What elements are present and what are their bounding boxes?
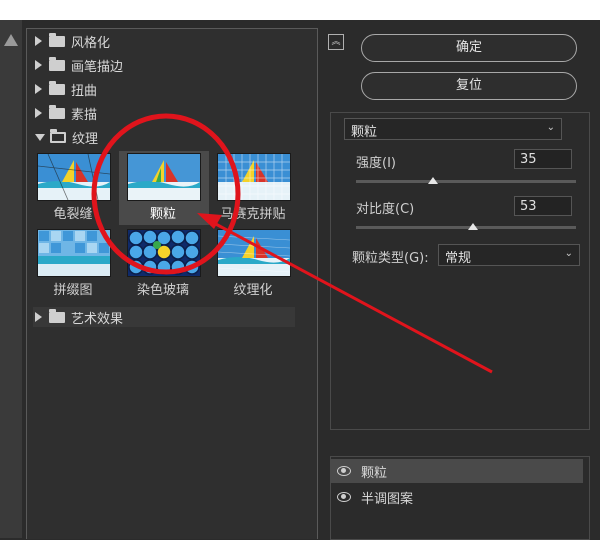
collapse-arrows-icon: ︽ [331, 37, 341, 47]
thumbnail-mosaic-tiles[interactable] [217, 153, 291, 201]
contrast-slider-knob[interactable] [467, 223, 478, 230]
folder-icon [49, 80, 65, 95]
scroll-up-arrow-icon[interactable] [4, 34, 18, 46]
intensity-slider-track[interactable] [356, 180, 576, 183]
collapse-triangle-icon[interactable] [35, 133, 45, 141]
filter-label-patchwork: 拼缀图 [53, 283, 93, 298]
eye-visibility-icon[interactable] [337, 466, 351, 476]
thumbnail-texturizer[interactable] [217, 229, 291, 277]
category-label: 风格化 [71, 35, 111, 51]
chevron-down-icon: ⌄ [564, 248, 573, 259]
expand-triangle-icon[interactable] [35, 60, 42, 70]
category-label: 扭曲 [71, 83, 98, 99]
thumbnail-patchwork[interactable] [37, 229, 111, 277]
category-artistic[interactable]: 艺术效果 [33, 307, 295, 327]
filter-select[interactable]: 颗粒 ⌄ [344, 118, 562, 140]
filter-gallery-panel: 风格化 画笔描边 扭曲 素描 纹理 龟裂缝 颗粒 马赛克拼贴 拼缀图 染色玻璃 … [26, 28, 318, 539]
sailboat-thumbnail-icon [38, 154, 110, 200]
folder-icon [49, 308, 65, 323]
expand-triangle-icon[interactable] [35, 36, 42, 46]
eye-visibility-icon[interactable] [337, 492, 351, 502]
intensity-input[interactable]: 35 [514, 149, 572, 169]
left-scrollbar[interactable] [0, 20, 22, 538]
effect-layer-halftone[interactable]: 半调图案 [331, 485, 583, 509]
intensity-label: 强度(I) [356, 156, 396, 171]
expand-triangle-icon[interactable] [35, 108, 42, 118]
grain-type-select[interactable]: 常规 ⌄ [438, 244, 580, 266]
folder-icon [49, 32, 65, 47]
category-texture[interactable]: 纹理 [33, 127, 295, 147]
category-label: 艺术效果 [71, 311, 124, 327]
contrast-label: 对比度(C) [356, 202, 415, 217]
reset-button[interactable]: 复位 [361, 72, 577, 100]
category-sketch[interactable]: 素描 [33, 103, 295, 123]
filter-label-texturizer: 纹理化 [233, 283, 273, 298]
effect-layer-grain[interactable]: 颗粒 [331, 459, 583, 483]
grain-type-label: 颗粒类型(G): [352, 251, 429, 266]
thumbnail-grain[interactable] [127, 153, 201, 201]
ok-button[interactable]: 确定 [361, 34, 577, 62]
patchwork-thumbnail-icon [38, 230, 110, 276]
expand-triangle-icon[interactable] [35, 312, 42, 322]
folder-icon [49, 56, 65, 71]
expand-triangle-icon[interactable] [35, 84, 42, 94]
category-stylize[interactable]: 风格化 [33, 31, 295, 51]
contrast-input[interactable]: 53 [514, 196, 572, 216]
filter-label-mosaic-tiles: 马赛克拼贴 [220, 207, 286, 222]
filter-select-value: 颗粒 [351, 125, 378, 140]
grain-type-value: 常规 [445, 251, 472, 266]
contrast-slider-track[interactable] [356, 226, 576, 229]
sailboat-thumbnail-icon [128, 154, 200, 200]
filter-label-craquelure: 龟裂缝 [53, 207, 93, 222]
sailboat-thumbnail-icon [218, 154, 290, 200]
chevron-down-icon: ⌄ [546, 122, 555, 133]
filter-label-stained-glass: 染色玻璃 [136, 283, 189, 298]
filter-label-grain: 颗粒 [149, 207, 176, 222]
category-brush-strokes[interactable]: 画笔描边 [33, 55, 295, 75]
top-strip [0, 0, 600, 20]
collapse-gallery-button[interactable]: ︽ [328, 34, 344, 50]
category-label: 画笔描边 [71, 59, 124, 75]
open-folder-icon [50, 128, 66, 143]
category-distort[interactable]: 扭曲 [33, 79, 295, 99]
stained-glass-thumbnail-icon [128, 230, 200, 276]
category-label: 素描 [71, 107, 98, 123]
thumbnail-stained-glass[interactable] [127, 229, 201, 277]
layer-label: 半调图案 [361, 491, 414, 507]
intensity-slider-knob[interactable] [428, 177, 438, 184]
thumbnail-craquelure[interactable] [37, 153, 111, 201]
sailboat-thumbnail-icon [218, 230, 290, 276]
layer-label: 颗粒 [361, 465, 388, 481]
category-label: 纹理 [72, 131, 99, 147]
folder-icon [49, 104, 65, 119]
